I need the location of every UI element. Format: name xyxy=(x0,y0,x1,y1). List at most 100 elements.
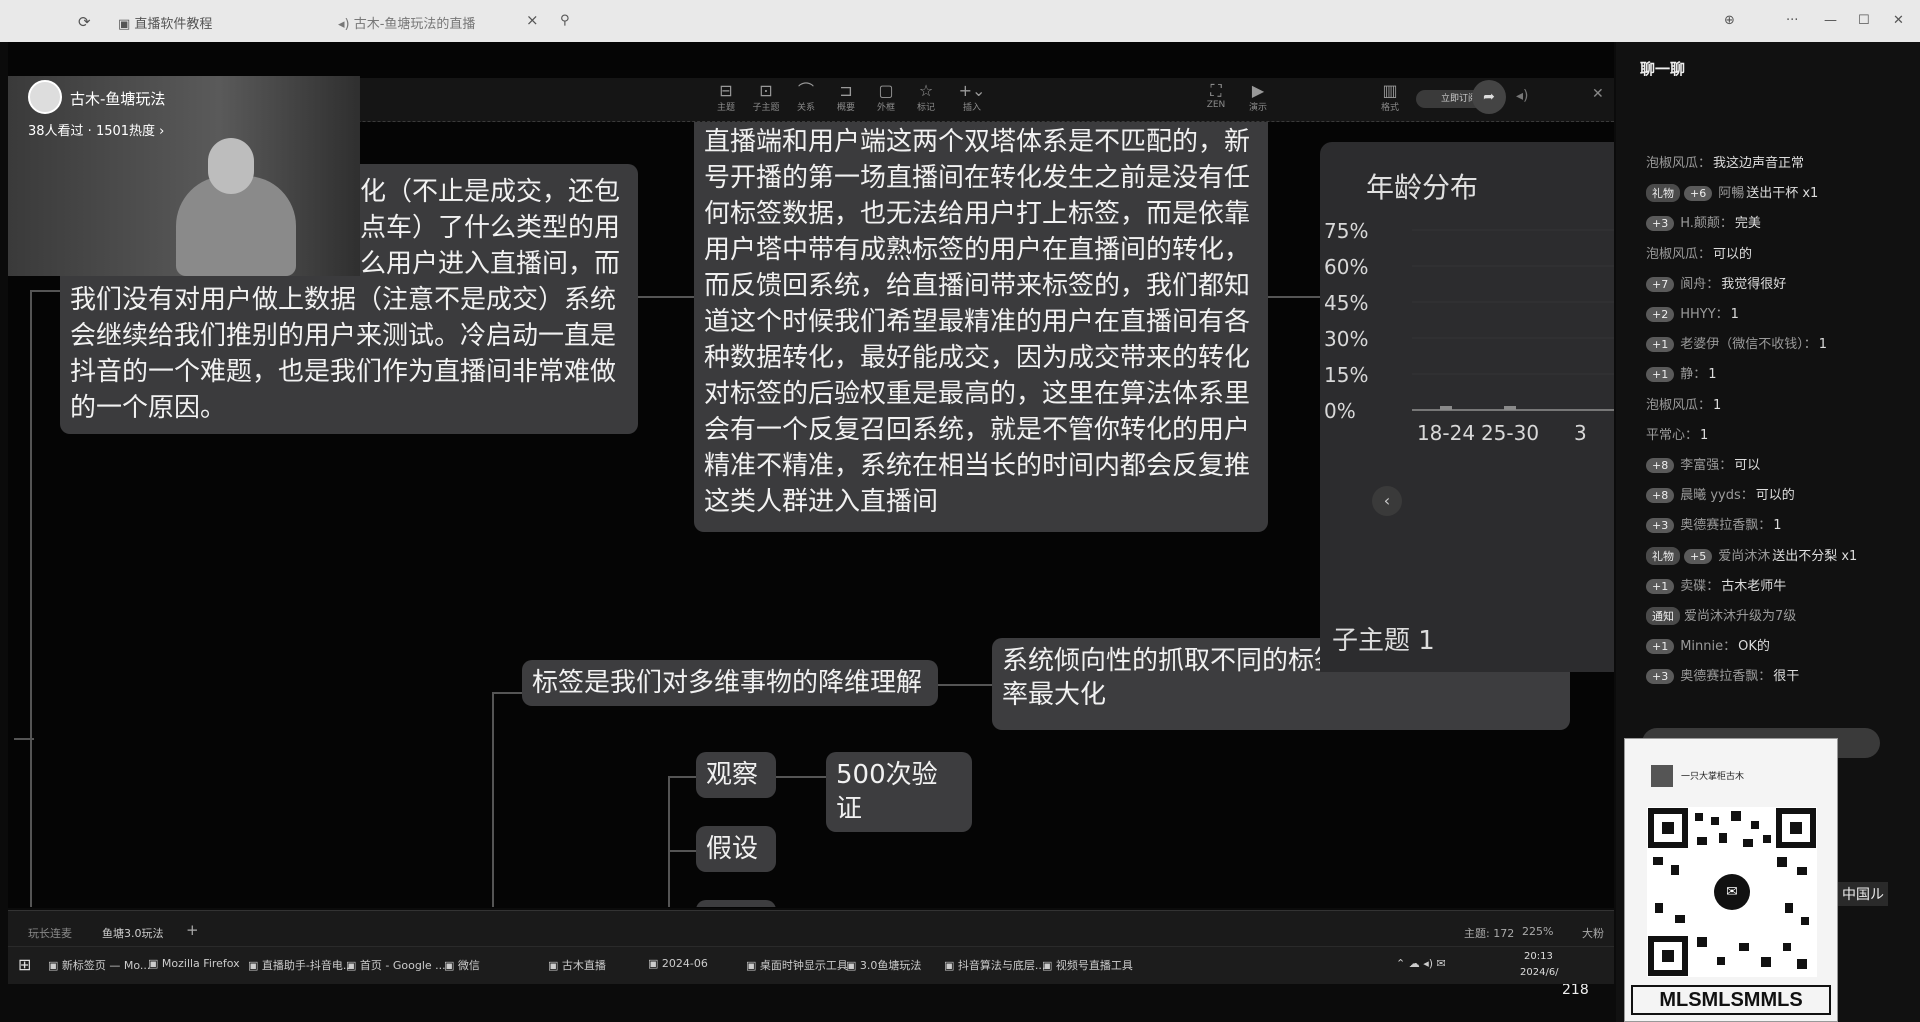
sheet-tab-1[interactable]: 玩长连麦 xyxy=(28,925,72,941)
tool-insert[interactable]: +⌄ 插入 xyxy=(952,82,992,114)
taskbar-item[interactable]: ▣ 桌面时钟显示工具 xyxy=(746,957,848,973)
user-nickname[interactable]: 泡椒风瓜： xyxy=(1646,398,1711,413)
user-nickname[interactable]: 泡椒风瓜： xyxy=(1646,247,1711,262)
age-bar[interactable] xyxy=(1440,406,1452,410)
taskbar-item[interactable]: ▣ 抖音算法与底层... xyxy=(944,957,1045,973)
minimize-button[interactable]: — xyxy=(1824,13,1837,28)
user-nickname[interactable]: 卖碟： xyxy=(1680,579,1719,594)
zoom-level[interactable]: 225% xyxy=(1522,925,1553,938)
age-bar[interactable] xyxy=(1504,406,1516,410)
app-icon: ▣ xyxy=(944,959,958,972)
node-line: 率最大化 xyxy=(1002,680,1107,710)
taskbar-item[interactable]: ▣ 古木直播 xyxy=(548,957,606,973)
tool-zen[interactable]: ⛶ ZEN xyxy=(1196,82,1236,111)
share-icon[interactable]: ➦ xyxy=(1472,80,1506,114)
tool-topic[interactable]: ⊟ 主题 xyxy=(706,81,746,114)
format-icon: ▥ xyxy=(1382,81,1398,100)
taskbar-item[interactable]: ▣ 直播助手-抖音电... xyxy=(248,957,353,973)
reload-icon[interactable]: ⟳ xyxy=(78,13,91,31)
mute-icon[interactable]: ◂) xyxy=(1516,88,1529,104)
taskbar-item[interactable]: ▣ 视频号直播工具 xyxy=(1042,957,1133,973)
topic-count: 主题: 172 xyxy=(1464,927,1515,940)
chat-message: +1 Minnie： OK的 xyxy=(1646,635,1770,655)
node-line: 精准不精准，系统在相当长的时间内都会反复推 xyxy=(704,451,1251,481)
tab-close-icon[interactable]: × xyxy=(526,11,539,29)
y-tick-label: 45% xyxy=(1324,291,1368,315)
host-name[interactable]: 古木-鱼塘玩法 xyxy=(70,88,165,109)
user-nickname[interactable]: 泡椒风瓜： xyxy=(1646,156,1711,171)
tool-summary[interactable]: ⊐ 概要 xyxy=(826,81,866,114)
close-overlay-icon[interactable]: ✕ xyxy=(1592,86,1604,102)
user-nickname[interactable]: 阆舟： xyxy=(1680,277,1719,292)
user-nickname[interactable]: HHYY： xyxy=(1680,307,1728,322)
taskbar-item[interactable]: ▣ 3.0鱼塘玩法 xyxy=(846,957,921,973)
message-type-badge: 礼物 xyxy=(1646,184,1680,203)
more-button[interactable]: ··· xyxy=(1786,13,1798,28)
add-sheet-button[interactable]: + xyxy=(186,921,199,939)
mindmap-node-tag[interactable]: 标签是我们对多维事物的降维理解 xyxy=(522,660,938,706)
search-icon[interactable]: ⚲ xyxy=(560,13,570,28)
mindmap-node-hypothesis[interactable]: 假设 xyxy=(696,826,776,872)
user-nickname[interactable]: H.颠颠： xyxy=(1680,216,1733,231)
tab-icon: ▣ xyxy=(118,17,135,32)
topic-icon: ⊟ xyxy=(719,81,733,100)
subtopic-label[interactable]: 子主题 1 xyxy=(1332,620,1435,657)
taskbar-item[interactable]: ▣ 微信 xyxy=(444,957,480,973)
download-icon[interactable]: ⊕ xyxy=(1724,13,1735,28)
tab-software-tutorial[interactable]: ▣ 直播软件教程 xyxy=(118,13,212,32)
user-nickname[interactable]: 奥德赛拉香飘： xyxy=(1680,518,1771,533)
taskbar-item[interactable]: ▣ 首页 - Google ... xyxy=(346,957,446,973)
node-line: 用户塔中带有成熟标签的用户在直播间的转化， xyxy=(704,235,1251,265)
message-text: 送出干杯 x1 xyxy=(1746,186,1819,202)
user-nickname[interactable]: 阿暢 xyxy=(1718,186,1744,201)
tool-label: 关系 xyxy=(796,103,815,113)
subtopic-icon: ⊡ xyxy=(759,81,773,100)
message-text: 1 xyxy=(1708,367,1717,383)
user-nickname[interactable]: 平常心： xyxy=(1646,428,1698,443)
user-nickname[interactable]: 奥德赛拉香飘： xyxy=(1680,669,1771,684)
mindmap-node-twin-tower[interactable]: 直播端和用户端这两个双塔体系是不匹配的，新 号开播的第一场直播间在转化发生之前是… xyxy=(694,122,1268,532)
mindmap-node-partial[interactable] xyxy=(696,900,776,907)
close-window-button[interactable]: ✕ xyxy=(1893,13,1904,28)
taskbar-item[interactable]: ▣ 新标签页 — Mo... xyxy=(48,957,150,973)
user-nickname[interactable]: 晨曦 yyds： xyxy=(1680,488,1754,503)
tool-marker[interactable]: ☆ 标记 xyxy=(906,82,946,114)
taskbar-item[interactable]: ▣ 2024-06 xyxy=(648,957,708,970)
qr-caption: MLSMLSMMLS xyxy=(1631,985,1831,1015)
node-line: 这类人群进入直播间 xyxy=(704,487,939,517)
user-nickname[interactable]: 爱尚沐沐升级为7级 xyxy=(1684,609,1796,624)
user-nickname[interactable]: 李富强： xyxy=(1680,458,1732,473)
node-line: 而反馈回系统，给直播间带来标签的，我们都知 xyxy=(704,271,1251,301)
chevron-left-icon[interactable]: ‹ xyxy=(1372,486,1402,516)
user-nickname[interactable]: Minnie： xyxy=(1680,639,1736,654)
mindmap-node-observe[interactable]: 观察 xyxy=(696,752,776,798)
tool-boundary[interactable]: ▢ 外框 xyxy=(866,82,906,114)
sheet-tab-2[interactable]: 鱼塘3.0玩法 xyxy=(102,925,164,941)
clock-date: 2024/6/ xyxy=(1520,967,1559,978)
user-nickname[interactable]: 爱尚沐沐 xyxy=(1718,549,1770,564)
user-nickname[interactable]: 静： xyxy=(1680,367,1706,382)
user-level-badge: +8 xyxy=(1646,488,1675,504)
node-line: 种数据转化，最好能成交，因为成交带来的转化 xyxy=(704,343,1251,373)
qr-avatar xyxy=(1651,765,1673,787)
tool-present[interactable]: ▶ 演示 xyxy=(1238,82,1278,114)
maximize-button[interactable]: ☐ xyxy=(1858,13,1870,28)
tool-subtopic[interactable]: ⊡ 子主题 xyxy=(746,81,786,114)
node-line: 对标签的后验权重是最高的，这里在算法体系里 xyxy=(704,379,1251,409)
taskbar-item[interactable]: ▣ Mozilla Firefox xyxy=(148,957,240,970)
mindmap-node-verify[interactable]: 500次验证 xyxy=(826,752,972,832)
view-size[interactable]: 大粉 xyxy=(1582,925,1604,941)
summary-icon: ⊐ xyxy=(839,81,853,100)
avatar[interactable] xyxy=(28,80,62,114)
chat-message: +1 静： 1 xyxy=(1646,363,1717,383)
viewer-count[interactable]: 38人看过 · 1501热度 › xyxy=(28,120,164,139)
tool-label: 概要 xyxy=(836,103,855,113)
tool-label: 演示 xyxy=(1248,103,1267,113)
windows-start-icon[interactable]: ⊞ xyxy=(18,955,31,974)
message-type-badge: 礼物 xyxy=(1646,546,1680,565)
tab-live-stream[interactable]: ◂) 古木-鱼塘玩法的直播 xyxy=(338,13,475,32)
tool-relation[interactable]: ⌒ 关系 xyxy=(786,82,826,114)
user-nickname[interactable]: 老婆伊（微信不收钱）： xyxy=(1680,337,1817,352)
tool-format[interactable]: ▥ 格式 xyxy=(1370,81,1410,114)
message-text: 1 xyxy=(1773,518,1782,534)
